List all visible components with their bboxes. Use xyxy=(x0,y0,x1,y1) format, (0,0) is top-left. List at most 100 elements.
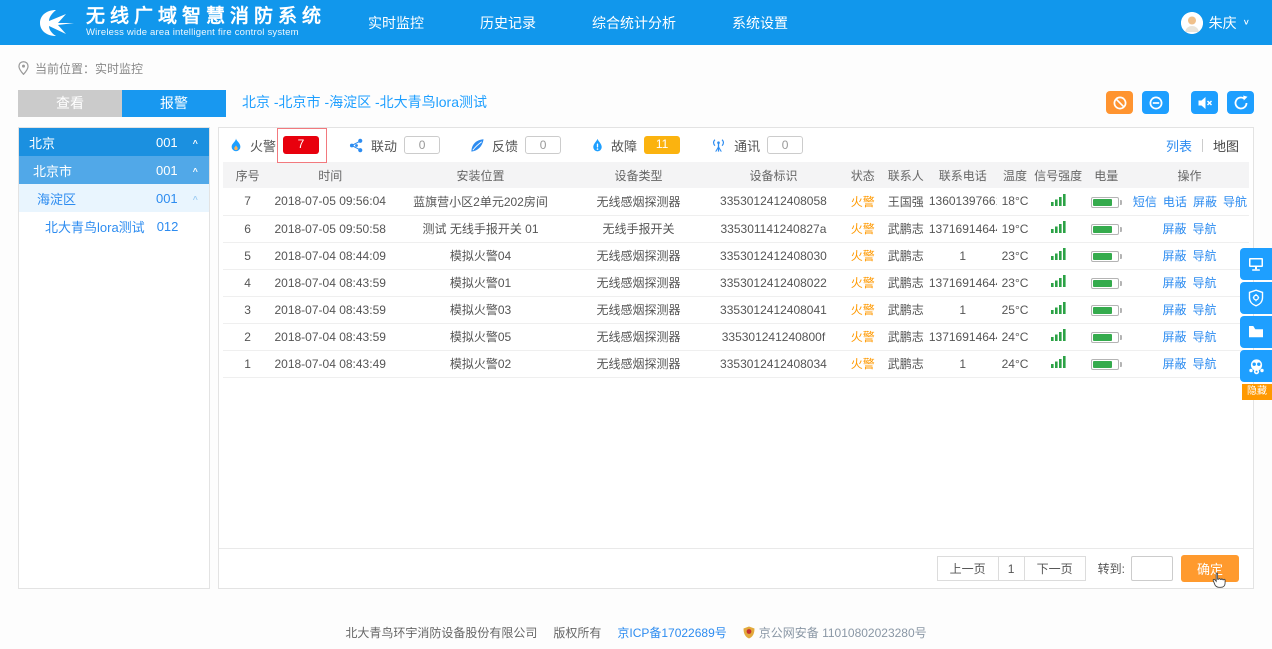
fault-icon xyxy=(591,138,604,153)
user-menu[interactable]: 朱庆 ∨ xyxy=(1181,12,1250,34)
monitor-button[interactable] xyxy=(1240,248,1272,280)
comm-icon xyxy=(710,138,727,153)
col-header-9: 信号强度 xyxy=(1033,162,1082,188)
action-link-屏蔽[interactable]: 屏蔽 xyxy=(1162,330,1186,344)
action-link-屏蔽[interactable]: 屏蔽 xyxy=(1193,195,1217,209)
cell-device_type: 无线感烟探测器 xyxy=(573,269,704,296)
filter-反馈[interactable]: 反馈0 xyxy=(470,136,561,155)
breadcrumb: 当前位置：实时监控 xyxy=(18,57,1272,79)
gas-mask-button[interactable] xyxy=(1240,350,1272,382)
shield-gear-button[interactable] xyxy=(1240,282,1272,314)
footer: 北大青鸟环宇消防设备股份有限公司 版权所有 京ICP备17022689号 京公网… xyxy=(0,624,1272,641)
cell-device_type: 无线感烟探测器 xyxy=(573,188,704,215)
cell-phone: 13716914644 xyxy=(929,323,997,350)
action-link-导航[interactable]: 导航 xyxy=(1192,330,1216,344)
cell-temperature: 23°C xyxy=(997,269,1034,296)
next-page-button[interactable]: 下一页 xyxy=(1024,556,1086,581)
filter-通讯[interactable]: 通讯0 xyxy=(710,136,803,155)
cell-device_type: 无线感烟探测器 xyxy=(573,242,704,269)
nav-item-0[interactable]: 实时监控 xyxy=(368,13,424,33)
signal-icon xyxy=(1051,221,1066,233)
action-link-屏蔽[interactable]: 屏蔽 xyxy=(1162,303,1186,317)
refresh-button[interactable] xyxy=(1227,91,1254,114)
battery-fill xyxy=(1093,334,1112,341)
tree-item-count: 012 xyxy=(157,219,179,234)
cell-contact: 武鹏志 xyxy=(883,215,929,242)
minus-circle-button[interactable] xyxy=(1142,91,1169,114)
action-link-屏蔽[interactable]: 屏蔽 xyxy=(1162,222,1186,236)
cell-status: 火警 xyxy=(843,296,883,323)
action-link-短信[interactable]: 短信 xyxy=(1133,195,1157,209)
view-map-link[interactable]: 地图 xyxy=(1213,136,1239,155)
hide-toolbar-button[interactable]: 隐藏 xyxy=(1242,384,1272,400)
action-link-屏蔽[interactable]: 屏蔽 xyxy=(1162,357,1186,371)
tree-item-0[interactable]: 北京001∧ xyxy=(19,128,209,156)
tree-item-2[interactable]: 海淀区001∧ xyxy=(19,184,209,212)
feedback-icon xyxy=(470,138,485,153)
action-link-导航[interactable]: 导航 xyxy=(1192,249,1216,263)
current-page-button[interactable]: 1 xyxy=(998,556,1025,581)
tree-item-1[interactable]: 北京市001∧ xyxy=(19,156,209,184)
region-tree: 北京001∧北京市001∧海淀区001∧ 北大青鸟lora测试 012 xyxy=(18,127,210,589)
cell-temperature: 18°C xyxy=(997,188,1034,215)
battery-icon xyxy=(1091,278,1119,289)
selected-filter-highlight: 7 xyxy=(283,136,319,154)
action-link-屏蔽[interactable]: 屏蔽 xyxy=(1162,276,1186,290)
cell-signal xyxy=(1033,242,1082,269)
col-header-5: 状态 xyxy=(843,162,883,188)
ban-button[interactable] xyxy=(1106,91,1133,114)
nav-item-1[interactable]: 历史记录 xyxy=(480,13,536,33)
footer-copyright: 版权所有 xyxy=(553,624,601,641)
icp-link[interactable]: 京ICP备17022689号 xyxy=(617,624,726,641)
gas-mask-icon xyxy=(1247,357,1266,376)
cell-signal xyxy=(1033,296,1082,323)
folder-button[interactable] xyxy=(1240,316,1272,348)
table-row: 32018-07-04 08:43:59模拟火警03无线感烟探测器3353012… xyxy=(223,296,1249,323)
cell-actions: 短信电话屏蔽导航 xyxy=(1130,188,1249,215)
goto-page-input[interactable] xyxy=(1131,556,1173,581)
cell-device_id: 3353012412408030 xyxy=(704,242,843,269)
cell-signal xyxy=(1033,350,1082,377)
police-link[interactable]: 京公网安备 11010802023280号 xyxy=(743,624,927,641)
prev-page-button[interactable]: 上一页 xyxy=(937,556,999,581)
battery-nub xyxy=(1120,362,1122,367)
signal-icon xyxy=(1051,194,1066,206)
tree-item-count: 001 xyxy=(156,135,178,150)
battery-fill xyxy=(1093,226,1112,233)
filter-联动[interactable]: 联动0 xyxy=(349,136,440,155)
cell-contact: 武鹏志 xyxy=(883,296,929,323)
view-list-link[interactable]: 列表 xyxy=(1166,136,1192,155)
tree-item-label: 北大青鸟lora测试 xyxy=(45,217,145,236)
cell-temperature: 25°C xyxy=(997,296,1034,323)
action-link-导航[interactable]: 导航 xyxy=(1192,222,1216,236)
action-link-导航[interactable]: 导航 xyxy=(1192,276,1216,290)
cell-phone: 1 xyxy=(929,296,997,323)
cell-time: 2018-07-04 08:44:09 xyxy=(272,242,388,269)
filter-count-badge: 0 xyxy=(404,136,440,154)
cell-seq: 3 xyxy=(223,296,272,323)
filter-故障[interactable]: 故障11 xyxy=(591,136,680,155)
action-link-导航[interactable]: 导航 xyxy=(1192,303,1216,317)
action-link-导航[interactable]: 导航 xyxy=(1223,195,1247,209)
cell-seq: 1 xyxy=(223,350,272,377)
cell-status: 火警 xyxy=(843,269,883,296)
confirm-button[interactable]: 确定 xyxy=(1181,555,1239,582)
cell-battery xyxy=(1083,350,1130,377)
cell-device_type: 无线手报开关 xyxy=(573,215,704,242)
mute-button[interactable] xyxy=(1191,91,1218,114)
cell-status: 火警 xyxy=(843,242,883,269)
cell-seq: 7 xyxy=(223,188,272,215)
filter-火警[interactable]: 火警7 xyxy=(229,136,319,155)
nav-item-2[interactable]: 综合统计分析 xyxy=(592,13,676,33)
tab-view[interactable]: 查看 xyxy=(18,90,122,117)
nav-item-3[interactable]: 系统设置 xyxy=(732,13,788,33)
cell-seq: 4 xyxy=(223,269,272,296)
pagination: 上一页 1 下一页 转到: 确定 xyxy=(219,548,1253,588)
cell-time: 2018-07-05 09:56:04 xyxy=(272,188,388,215)
tab-alarm[interactable]: 报警 xyxy=(122,90,226,117)
action-link-电话[interactable]: 电话 xyxy=(1163,195,1187,209)
battery-nub xyxy=(1120,308,1122,313)
tree-item-3[interactable]: 北大青鸟lora测试 012 xyxy=(19,212,209,240)
action-link-屏蔽[interactable]: 屏蔽 xyxy=(1162,249,1186,263)
action-link-导航[interactable]: 导航 xyxy=(1192,357,1216,371)
